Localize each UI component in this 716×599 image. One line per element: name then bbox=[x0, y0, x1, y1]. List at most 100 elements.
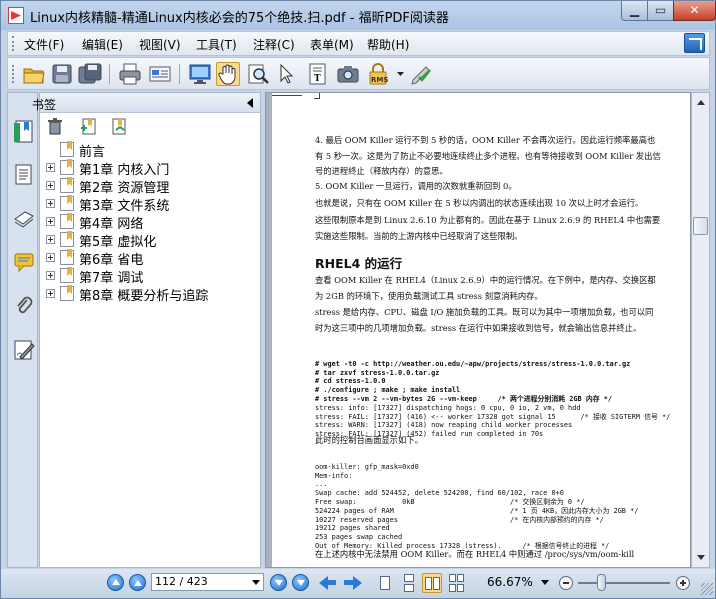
menu-grip[interactable] bbox=[12, 36, 15, 51]
rms-label: RMS bbox=[371, 76, 388, 84]
page-glyph bbox=[380, 576, 390, 590]
continuous-view-button[interactable] bbox=[399, 573, 419, 593]
zoom-dropdown-button[interactable] bbox=[541, 580, 549, 585]
comments-panel-icon[interactable] bbox=[13, 251, 35, 273]
print-icon[interactable] bbox=[118, 62, 142, 86]
bookmark-label[interactable]: 第1章 内核入门 bbox=[79, 159, 169, 178]
bookmark-label[interactable]: 第5章 虚拟化 bbox=[79, 231, 156, 250]
menu-file[interactable]: 文件(F) bbox=[24, 36, 64, 53]
bookmark-item[interactable]: 第8章 概要分析与追踪 bbox=[40, 285, 260, 304]
expand-icon[interactable] bbox=[46, 181, 55, 190]
collapse-panel-button[interactable] bbox=[247, 98, 253, 108]
menu-help[interactable]: 帮助(H) bbox=[367, 36, 409, 53]
document-view[interactable]: 4. 最后 OOM Killer 运行不到 5 秒的话，OOM Killer 不… bbox=[265, 92, 691, 568]
zoom-level[interactable]: 66.67% bbox=[487, 575, 533, 589]
bookmark-label[interactable]: 第6章 省电 bbox=[79, 249, 143, 268]
bookmark-item[interactable]: 第2章 资源管理 bbox=[40, 177, 260, 196]
signatures-panel-icon[interactable] bbox=[13, 339, 35, 361]
expand-window-button[interactable] bbox=[684, 33, 705, 53]
toolbar-grip[interactable] bbox=[12, 65, 15, 83]
select-icon[interactable] bbox=[274, 62, 298, 86]
bookmark-label[interactable]: 第2章 资源管理 bbox=[79, 177, 169, 196]
menu-edit[interactable]: 编辑(E) bbox=[82, 36, 123, 53]
open-folder-icon[interactable] bbox=[22, 62, 46, 86]
zoom-slider-thumb[interactable] bbox=[596, 574, 606, 591]
bookmark-item[interactable]: 第7章 调试 bbox=[40, 267, 260, 286]
facing-view-button[interactable] bbox=[422, 573, 442, 593]
close-button[interactable]: ✕ bbox=[673, 1, 716, 21]
bookmark-icon bbox=[60, 142, 74, 157]
fullscreen-icon[interactable] bbox=[188, 62, 212, 86]
minimize-button[interactable]: ▁ bbox=[621, 1, 648, 21]
bookmark-item[interactable]: 第6章 省电 bbox=[40, 249, 260, 268]
bookmark-label[interactable]: 第3章 文件系统 bbox=[79, 195, 169, 214]
bookmark-icon bbox=[60, 232, 74, 247]
expand-icon[interactable] bbox=[46, 271, 55, 280]
pages-panel-icon[interactable] bbox=[13, 163, 35, 185]
zoom-icon[interactable] bbox=[246, 62, 270, 86]
scroll-thumb[interactable] bbox=[693, 217, 708, 235]
zoom-in-button[interactable] bbox=[676, 576, 690, 590]
minimize-icon: ▁ bbox=[629, 3, 640, 17]
save-as-icon[interactable] bbox=[78, 62, 102, 86]
bookmark-icon bbox=[60, 268, 74, 283]
sign-icon[interactable] bbox=[410, 62, 434, 86]
rms-icon[interactable]: RMS bbox=[366, 62, 394, 86]
last-page-button[interactable] bbox=[292, 574, 309, 591]
typewriter-icon[interactable]: T bbox=[306, 62, 330, 86]
bookmark-label[interactable]: 第7章 调试 bbox=[79, 267, 143, 286]
expand-icon[interactable] bbox=[46, 199, 55, 208]
pdf-page[interactable]: 4. 最后 OOM Killer 运行不到 5 秒的话，OOM Killer 不… bbox=[272, 93, 690, 567]
single-page-view-button[interactable] bbox=[375, 573, 395, 593]
vertical-scrollbar[interactable] bbox=[691, 92, 710, 568]
bookmark-label[interactable]: 前言 bbox=[79, 141, 105, 160]
menu-tools[interactable]: 工具(T) bbox=[196, 36, 237, 53]
maximize-icon: ▭ bbox=[654, 3, 667, 17]
expand-icon[interactable] bbox=[46, 217, 55, 226]
add-bookmark-icon[interactable] bbox=[80, 117, 98, 135]
bookmark-label[interactable]: 第4章 网络 bbox=[79, 213, 143, 232]
bookmark-panel-icon[interactable] bbox=[13, 119, 35, 143]
zoom-slider-track[interactable] bbox=[578, 582, 670, 584]
email-icon[interactable] bbox=[148, 62, 172, 86]
bookmark-label[interactable]: 第8章 概要分析与追踪 bbox=[79, 285, 208, 304]
menu-view[interactable]: 视图(V) bbox=[139, 36, 181, 53]
resize-grip[interactable] bbox=[701, 583, 713, 595]
expand-icon[interactable] bbox=[46, 253, 55, 262]
page-dropdown-button[interactable] bbox=[249, 575, 262, 589]
save-icon[interactable] bbox=[50, 62, 74, 86]
expand-icon[interactable] bbox=[46, 289, 55, 298]
delete-bookmark-icon[interactable] bbox=[46, 117, 64, 135]
bookmark-item[interactable]: 第4章 网络 bbox=[40, 213, 260, 232]
snapshot-icon[interactable] bbox=[336, 62, 360, 86]
attachments-panel-icon[interactable] bbox=[13, 295, 35, 317]
scroll-up-button[interactable] bbox=[693, 95, 708, 110]
add-child-bookmark-icon[interactable] bbox=[110, 117, 128, 135]
paragraph: 也就是说，只有在 OOM Killer 在 5 秒以内调出的状态连续出现 10 … bbox=[315, 198, 644, 208]
title-bar[interactable]: Linux内核精髓-精通Linux内核必会的75个绝技.扫.pdf - 福昕PD… bbox=[1, 1, 716, 30]
bookmark-item[interactable]: 前言 bbox=[40, 141, 260, 160]
first-page-button[interactable] bbox=[107, 574, 124, 591]
next-view-button[interactable] bbox=[344, 575, 362, 590]
previous-page-button[interactable] bbox=[129, 574, 146, 591]
previous-view-button[interactable] bbox=[319, 575, 337, 590]
hand-icon[interactable] bbox=[216, 62, 240, 86]
menu-form[interactable]: 表单(M) bbox=[310, 36, 354, 53]
bookmark-item[interactable]: 第5章 虚拟化 bbox=[40, 231, 260, 250]
menu-comment[interactable]: 注释(C) bbox=[253, 36, 295, 53]
expand-icon[interactable] bbox=[46, 163, 55, 172]
bookmark-icon bbox=[60, 250, 74, 265]
bookmark-icon bbox=[60, 178, 74, 193]
scroll-down-button[interactable] bbox=[693, 550, 708, 565]
page-number-input[interactable]: 112 / 423 bbox=[151, 573, 264, 591]
layers-panel-icon[interactable] bbox=[13, 207, 35, 229]
expand-icon[interactable] bbox=[46, 235, 55, 244]
bookmark-item[interactable]: 第3章 文件系统 bbox=[40, 195, 260, 214]
zoom-out-button[interactable] bbox=[559, 576, 573, 590]
maximize-button[interactable]: ▭ bbox=[647, 1, 674, 21]
bookmark-item[interactable]: 第1章 内核入门 bbox=[40, 159, 260, 178]
next-page-button[interactable] bbox=[270, 574, 287, 591]
continuous-facing-view-button[interactable] bbox=[447, 573, 467, 593]
rms-dropdown-button[interactable] bbox=[396, 62, 406, 86]
code-line: # ./configure ; make ; make install bbox=[315, 386, 461, 395]
